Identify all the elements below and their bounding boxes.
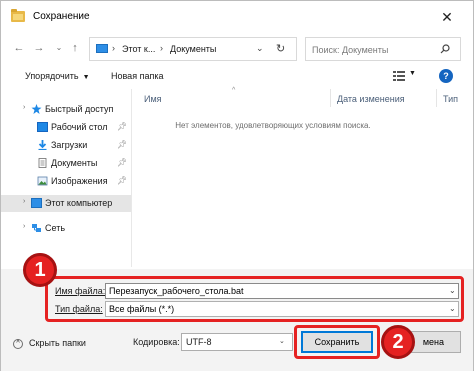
help-icon[interactable]: ? <box>439 69 453 83</box>
annotation-badge-2: 2 <box>381 325 415 359</box>
breadcrumb-this-pc[interactable]: Этот к... <box>122 44 155 54</box>
column-header-type[interactable]: Тип <box>443 94 458 104</box>
hide-folders-label: Скрыть папки <box>29 338 86 348</box>
encoding-label: Кодировка: <box>133 337 180 347</box>
back-arrow-icon[interactable]: ← <box>11 40 27 56</box>
pin-icon: 📌︎ <box>117 122 128 131</box>
sort-ascending-icon: ^ <box>232 87 236 94</box>
expand-chevron-icon[interactable]: › <box>23 104 25 111</box>
star-icon <box>31 104 42 114</box>
computer-icon <box>31 198 42 208</box>
encoding-dropdown-icon[interactable]: ⌄ <box>279 337 285 345</box>
documents-icon <box>38 158 47 168</box>
nav-item-label: Загрузки <box>51 140 88 150</box>
breadcrumb-documents[interactable]: Документы <box>170 44 216 54</box>
nav-item-label: Изображения <box>51 176 108 186</box>
computer-icon <box>96 44 108 53</box>
folder-icon <box>11 9 25 22</box>
nav-item-downloads[interactable]: Загрузки 📌︎ <box>1 137 131 154</box>
window-title: Сохранение <box>33 11 90 22</box>
hide-folders-toggle[interactable]: ^ Скрыть папки <box>13 338 86 349</box>
organize-button[interactable]: Упорядочить ▼ <box>25 71 90 81</box>
view-dropdown-icon[interactable]: ▼ <box>409 70 416 77</box>
annotation-highlight-fields <box>45 276 464 322</box>
column-header-date[interactable]: Дата изменения <box>337 94 405 104</box>
nav-item-label: Этот компьютер <box>45 198 113 208</box>
breadcrumb-separator[interactable]: › <box>112 43 115 53</box>
desktop-icon <box>37 122 48 132</box>
save-dialog: Сохранение ✕ ← → ⌄ ↑ › Этот к... › Докум… <box>0 0 474 371</box>
encoding-value: UTF-8 <box>186 337 212 347</box>
column-divider[interactable] <box>330 89 331 107</box>
pictures-icon <box>37 176 48 186</box>
up-arrow-icon[interactable]: ↑ <box>67 40 83 56</box>
nav-item-label: Сеть <box>45 223 66 233</box>
search-icon[interactable] <box>440 44 450 54</box>
nav-item-label: Рабочий стол <box>51 122 108 132</box>
navigation-pane: › Быстрый доступ Рабочий стол 📌︎ Загрузк… <box>1 89 131 267</box>
search-box[interactable]: Поиск: Документы <box>305 37 461 61</box>
nav-item-quick-access[interactable]: › Быстрый доступ <box>1 101 131 118</box>
expand-chevron-icon[interactable]: › <box>23 198 25 205</box>
navigation-row: ← → ⌄ ↑ › Этот к... › Документы ⌄ ↻ Поис… <box>1 35 473 63</box>
nav-item-label: Документы <box>51 158 98 168</box>
column-header-name[interactable]: Имя <box>144 94 162 104</box>
search-input[interactable]: Поиск: Документы <box>312 45 388 55</box>
forward-arrow-icon[interactable]: → <box>31 40 47 56</box>
organize-label: Упорядочить <box>25 71 79 81</box>
nav-item-this-pc[interactable]: › Этот компьютер <box>1 195 131 212</box>
expand-chevron-icon[interactable]: › <box>23 223 25 230</box>
address-bar[interactable]: › Этот к... › Документы ⌄ ↻ <box>89 37 297 61</box>
network-icon <box>32 224 41 232</box>
close-icon[interactable]: ✕ <box>431 5 463 29</box>
column-divider[interactable] <box>436 89 437 107</box>
file-list[interactable]: Имя ^ Дата изменения Тип Нет элементов, … <box>132 87 473 267</box>
nav-item-documents[interactable]: Документы 📌︎ <box>1 155 131 172</box>
address-dropdown-icon[interactable]: ⌄ <box>256 43 264 54</box>
recent-locations-chevron-icon[interactable]: ⌄ <box>51 40 67 56</box>
annotation-highlight-save <box>294 325 380 359</box>
breadcrumb-separator[interactable]: › <box>160 43 163 53</box>
download-icon <box>38 140 47 150</box>
pin-icon: 📌︎ <box>117 158 128 167</box>
new-folder-button[interactable]: Новая папка <box>111 71 163 81</box>
annotation-badge-1: 1 <box>23 253 57 287</box>
nav-item-pictures[interactable]: Изображения 📌︎ <box>1 173 131 190</box>
nav-item-label: Быстрый доступ <box>45 104 114 114</box>
nav-item-desktop[interactable]: Рабочий стол 📌︎ <box>1 119 131 136</box>
refresh-icon[interactable]: ↻ <box>276 42 285 55</box>
caret-down-icon: ▼ <box>82 74 90 81</box>
pin-icon: 📌︎ <box>117 140 128 149</box>
chevron-up-icon: ^ <box>13 338 23 349</box>
title-bar: Сохранение ✕ <box>1 1 473 33</box>
encoding-select[interactable]: UTF-8 <box>181 333 293 351</box>
pin-icon: 📌︎ <box>117 176 128 185</box>
nav-item-network[interactable]: › Сеть <box>1 220 131 237</box>
view-options-icon[interactable] <box>393 71 405 81</box>
empty-state-message: Нет элементов, удовлетворяющих условиям … <box>175 121 371 130</box>
command-bar: Упорядочить ▼ Новая папка ▼ ? <box>1 65 473 89</box>
